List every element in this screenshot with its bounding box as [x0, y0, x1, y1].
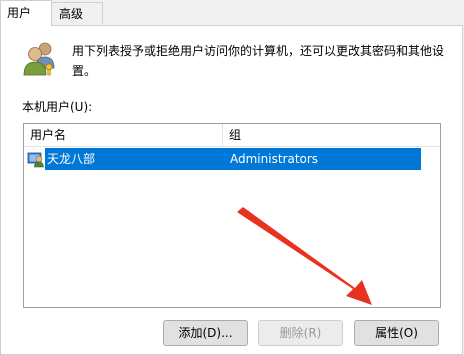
username-cell[interactable]: 天龙八部	[45, 148, 223, 170]
users-list[interactable]: 用户名 组 天龙八部 Administrators	[23, 123, 441, 308]
tab-users[interactable]: 用户	[0, 0, 52, 26]
local-users-label: 本机用户(U):	[22, 100, 93, 114]
users-icon	[23, 42, 55, 76]
add-button[interactable]: 添加(D)...	[163, 320, 248, 346]
column-group[interactable]: 组	[223, 124, 440, 146]
table-row[interactable]: 天龙八部 Administrators	[24, 148, 440, 170]
tab-bar: 用户 高级	[0, 0, 464, 26]
properties-button[interactable]: 属性(O)	[354, 320, 439, 346]
tab-advanced[interactable]: 高级	[51, 2, 103, 24]
user-icon	[27, 152, 44, 168]
intro-text: 用下列表授予或拒绝用户访问你的计算机，还可以更改其密码和其他设置。	[72, 44, 445, 78]
delete-button[interactable]: 删除(R)	[258, 320, 343, 346]
list-header: 用户名 组	[24, 124, 440, 147]
column-username[interactable]: 用户名	[24, 124, 223, 146]
group-cell[interactable]: Administrators	[223, 148, 421, 170]
